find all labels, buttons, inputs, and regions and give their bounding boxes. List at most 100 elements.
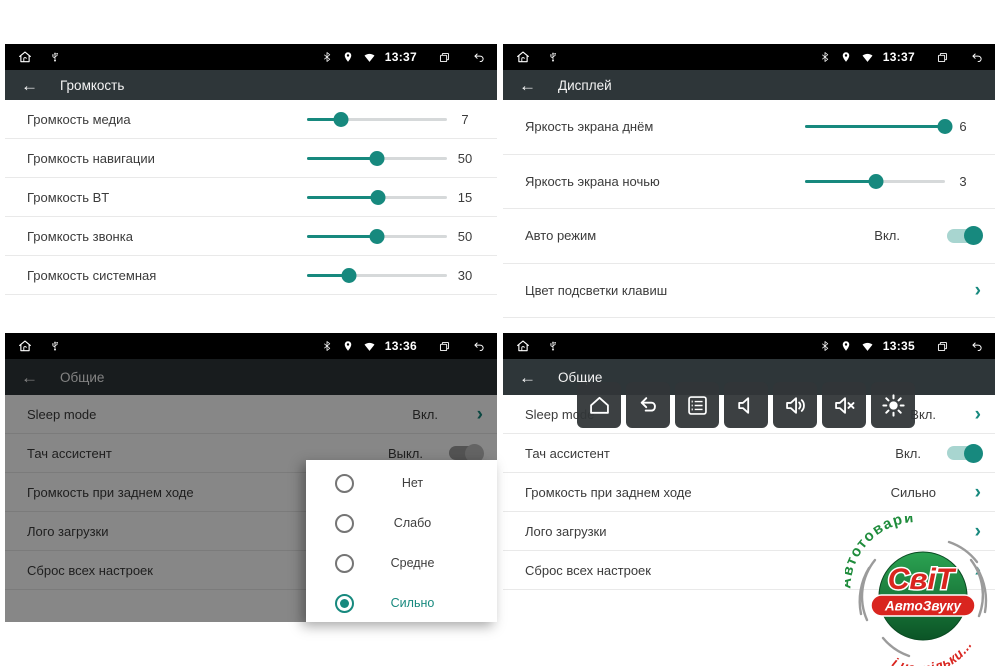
status-bar: 13:35	[503, 333, 995, 359]
option-label: Нет	[354, 476, 471, 490]
list-button[interactable]	[675, 382, 719, 428]
dialog-option-weak[interactable]: Слабо	[306, 503, 497, 543]
volume-mute-button[interactable]	[822, 382, 866, 428]
option-label: Сильно	[354, 596, 471, 610]
setting-label: Громкость при заднем ходе	[525, 485, 891, 500]
logo-banner-text: АвтоЗвуку	[884, 599, 963, 614]
clock: 13:35	[883, 339, 915, 353]
location-icon	[840, 340, 852, 352]
dialog-option-none[interactable]: Нет	[306, 463, 497, 503]
wifi-icon	[363, 51, 376, 64]
volume-down-button[interactable]	[724, 382, 768, 428]
recents-icon[interactable]	[438, 51, 451, 64]
clock: 13:36	[385, 339, 417, 353]
home-icon[interactable]	[515, 338, 531, 354]
bt-volume-slider[interactable]	[307, 189, 447, 205]
panel-general-settings-dialog: 13:36 Общие Sleep mode Вкл. Тач ассистен…	[5, 333, 497, 622]
back-arrow-icon[interactable]	[519, 77, 536, 94]
dialog-option-medium[interactable]: Средне	[306, 543, 497, 583]
watermark-logo: Автотовари СвіТ АвтоЗвуку і не тільки...	[845, 516, 993, 666]
setting-label: Громкость системная	[27, 268, 307, 283]
chevron-right-icon	[969, 405, 981, 424]
setting-row-reverse-volume[interactable]: Громкость при заднем ходе Сильно	[503, 473, 995, 512]
back-button[interactable]	[626, 382, 670, 428]
setting-row-ring-volume[interactable]: Громкость звонка 50	[5, 217, 497, 256]
option-label: Средне	[354, 556, 471, 570]
radio-icon[interactable]	[335, 594, 354, 613]
setting-row-day-brightness[interactable]: Яркость экрана днём 6	[503, 100, 995, 155]
setting-label: Громкость BT	[27, 190, 307, 205]
wifi-icon	[861, 51, 874, 64]
setting-row-bt-volume[interactable]: Громкость BT 15	[5, 178, 497, 217]
page-title: Громкость	[60, 78, 124, 93]
volume-up-button[interactable]	[773, 382, 817, 428]
status-bar: 13:37	[5, 44, 497, 70]
setting-row-system-volume[interactable]: Громкость системная 30	[5, 256, 497, 295]
app-bar: Громкость	[5, 70, 497, 100]
usb-icon	[547, 340, 559, 352]
setting-value: 7	[447, 112, 483, 127]
setting-row-key-backlight-color[interactable]: Цвет подсветки клавиш	[503, 264, 995, 319]
logo-arc-bottom-text: і не тільки...	[890, 638, 975, 666]
day-brightness-slider[interactable]	[805, 119, 945, 135]
back-arrow-icon[interactable]	[21, 77, 38, 94]
home-icon[interactable]	[17, 49, 33, 65]
logo-brand-text: СвіТ	[888, 563, 957, 596]
back-icon[interactable]	[970, 51, 983, 64]
panel-volume-settings: 13:37 Громкость Громкость медиа 7 Громко…	[5, 44, 497, 294]
back-icon[interactable]	[970, 340, 983, 353]
setting-label: Тач ассистент	[525, 446, 895, 461]
page-title: Дисплей	[558, 78, 612, 93]
bluetooth-icon	[321, 340, 333, 352]
floating-toolbar	[577, 382, 915, 428]
brightness-button[interactable]	[871, 382, 915, 428]
recents-icon[interactable]	[438, 340, 451, 353]
back-icon[interactable]	[472, 340, 485, 353]
wifi-icon	[363, 340, 376, 353]
setting-value: 3	[945, 174, 981, 189]
system-volume-slider[interactable]	[307, 267, 447, 283]
setting-value: 50	[447, 151, 483, 166]
home-button[interactable]	[577, 382, 621, 428]
radio-icon[interactable]	[335, 474, 354, 493]
setting-label: Громкость медиа	[27, 112, 307, 127]
back-icon[interactable]	[472, 51, 485, 64]
dialog-option-strong[interactable]: Сильно	[306, 583, 497, 623]
home-icon[interactable]	[17, 338, 33, 354]
panel-display-settings: 13:37 Дисплей Яркость экрана днём 6 Ярко…	[503, 44, 995, 321]
status-bar: 13:36	[5, 333, 497, 359]
radio-icon[interactable]	[335, 554, 354, 573]
location-icon	[342, 340, 354, 352]
touch-assistant-toggle[interactable]	[947, 446, 981, 460]
setting-value: 50	[447, 229, 483, 244]
clock: 13:37	[883, 50, 915, 64]
chevron-right-icon	[969, 281, 981, 300]
setting-row-media-volume[interactable]: Громкость медиа 7	[5, 100, 497, 139]
setting-row-touch-assistant[interactable]: Тач ассистент Вкл.	[503, 434, 995, 473]
chevron-right-icon	[969, 483, 981, 502]
media-volume-slider[interactable]	[307, 111, 447, 127]
setting-row-night-brightness[interactable]: Яркость экрана ночью 3	[503, 155, 995, 210]
setting-row-auto-mode[interactable]: Авто режим Вкл.	[503, 209, 995, 264]
setting-row-nav-volume[interactable]: Громкость навигации 50	[5, 139, 497, 178]
nav-volume-slider[interactable]	[307, 150, 447, 166]
usb-icon	[547, 51, 559, 63]
auto-mode-toggle[interactable]	[947, 229, 981, 243]
home-icon[interactable]	[515, 49, 531, 65]
recents-icon[interactable]	[936, 340, 949, 353]
back-arrow-icon[interactable]	[519, 369, 536, 386]
bluetooth-icon	[321, 51, 333, 63]
setting-value: 30	[447, 268, 483, 283]
ring-volume-slider[interactable]	[307, 228, 447, 244]
setting-value: Сильно	[891, 485, 936, 500]
option-label: Слабо	[354, 516, 471, 530]
recents-icon[interactable]	[936, 51, 949, 64]
location-icon	[840, 51, 852, 63]
status-bar: 13:37	[503, 44, 995, 70]
setting-value: 15	[447, 190, 483, 205]
setting-value: Вкл.	[874, 228, 900, 243]
setting-label: Громкость звонка	[27, 229, 307, 244]
radio-icon[interactable]	[335, 514, 354, 533]
setting-label: Яркость экрана ночью	[525, 174, 805, 189]
night-brightness-slider[interactable]	[805, 173, 945, 189]
